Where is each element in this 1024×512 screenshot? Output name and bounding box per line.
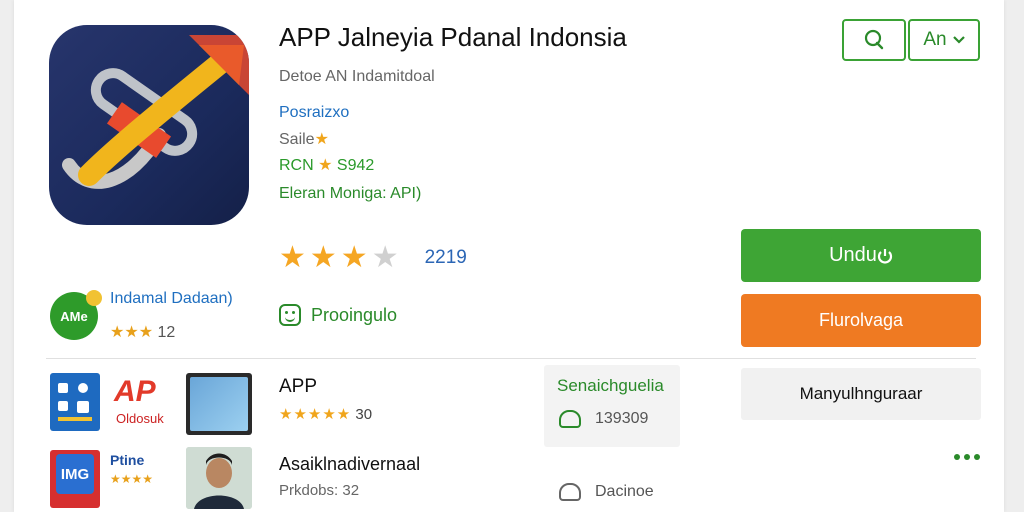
sale-line: Saile★ xyxy=(279,129,329,149)
side-panel-value: 139309 xyxy=(595,410,649,427)
side-panel-value: Dacinoe xyxy=(595,483,654,500)
tablet-screen-image xyxy=(190,377,248,431)
thumb-brand-text: IMG xyxy=(56,454,94,494)
rating-line: RCN ★ S942 xyxy=(279,155,374,175)
related-thumb-logo[interactable]: AP Oldosuk xyxy=(110,373,186,431)
language-label: An xyxy=(923,29,947,50)
star-half-icon: ★ xyxy=(371,241,403,274)
related-thumb-tablet[interactable] xyxy=(186,373,252,435)
rating-line-label: RCN xyxy=(279,157,314,174)
side-panel-row: 139309 xyxy=(559,410,648,428)
install-button[interactable]: Undu xyxy=(741,229,981,282)
publisher-stars: ★★★ xyxy=(110,324,154,341)
chevron-down-icon xyxy=(952,36,965,44)
power-icon xyxy=(877,248,892,263)
rating-stars: ★★★★ xyxy=(279,240,403,275)
language-select[interactable]: An xyxy=(908,19,980,61)
divider xyxy=(46,358,976,359)
app-title: APP Jalneyia Pdanal Indonsia xyxy=(279,22,627,52)
related-item-rating: Prkdobs: 32 xyxy=(279,482,360,499)
search-button[interactable] xyxy=(842,19,906,61)
install-button-label: Undu xyxy=(829,244,877,266)
grid-icon xyxy=(58,383,92,421)
thumb-text-label: Ptine xyxy=(110,452,145,468)
related-thumb-brand[interactable]: IMG xyxy=(50,450,100,508)
related-thumb-text[interactable]: Ptine ★★★★ xyxy=(110,452,180,502)
app-detail-card: APP Jalneyia Pdanal Indonsia Detoe AN In… xyxy=(14,0,1004,512)
developer-name[interactable]: Detoe AN Indamitdoal xyxy=(279,68,435,86)
sale-label: Saile xyxy=(279,131,315,148)
thumb-logo-text: AP xyxy=(114,375,156,408)
feature-tag[interactable]: Prooingulo xyxy=(279,304,397,326)
secondary-action-button[interactable]: Flurolvaga xyxy=(741,294,981,347)
more-options-icon[interactable] xyxy=(954,454,980,460)
related-item-title[interactable]: Asaiklnadivernaal xyxy=(279,454,420,475)
feature-label: Prooingulo xyxy=(311,304,398,325)
thumb-text-stars: ★★★★ xyxy=(110,472,154,486)
related-item-title[interactable]: APP xyxy=(279,376,317,398)
side-panel-row: Dacinoe xyxy=(559,483,654,501)
publisher-rating-value: 12 xyxy=(157,324,176,341)
star-icon: ★ xyxy=(318,157,333,174)
related-item-stars: ★★★★★ xyxy=(279,406,352,423)
cloud-icon xyxy=(559,410,581,428)
rating-summary: ★★★★ 2219 xyxy=(279,240,467,275)
rating-count[interactable]: 2219 xyxy=(425,247,467,269)
badge-dot-icon xyxy=(86,290,102,306)
stars-filled: ★★★ xyxy=(279,241,372,274)
related-thumb-avatar[interactable] xyxy=(186,447,252,509)
publisher-name[interactable]: Indamal Dadaan) xyxy=(110,290,233,308)
manage-button[interactable]: Manyulhnguraar xyxy=(741,368,981,420)
smiley-icon xyxy=(279,304,301,326)
app-icon xyxy=(49,25,249,225)
related-item-rating: ★★★★★ 30 xyxy=(279,405,372,423)
related-item-rating-value: 30 xyxy=(355,406,373,423)
cloud-icon xyxy=(559,483,581,501)
rating-line-value: S942 xyxy=(336,157,375,174)
related-thumb-grid[interactable] xyxy=(50,373,100,431)
publisher-rating: ★★★ 12 xyxy=(110,322,175,342)
side-panel-title[interactable]: Senaichguelia xyxy=(557,376,664,396)
thumb-logo-subtext: Oldosuk xyxy=(116,411,164,426)
person-avatar xyxy=(186,447,252,509)
search-icon xyxy=(864,29,884,50)
category-link[interactable]: Posraizxo xyxy=(279,104,349,122)
star-icon: ★ xyxy=(314,131,329,148)
requirement-line: Eleran Moniga: API) xyxy=(279,185,422,202)
